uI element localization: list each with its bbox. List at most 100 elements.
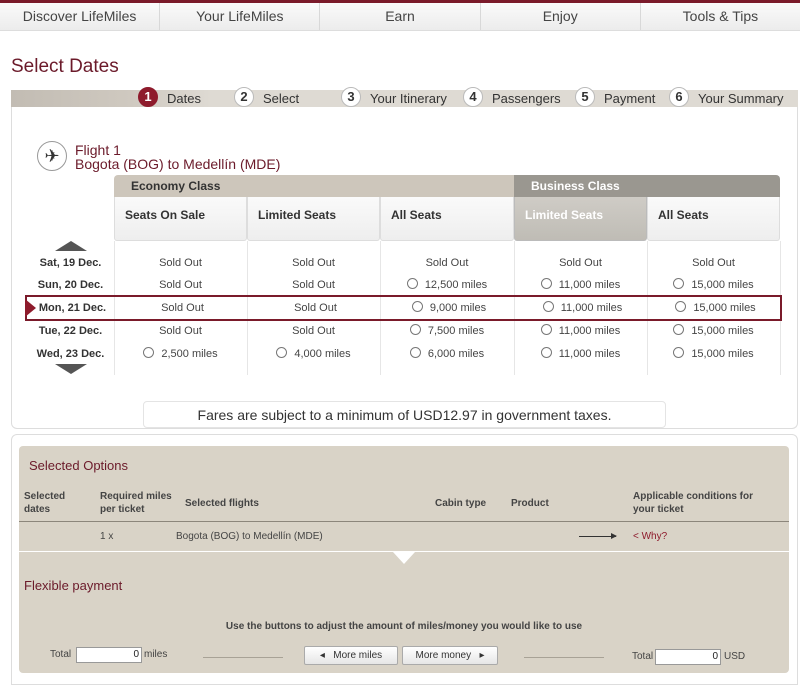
total-miles-label: Total (50, 649, 72, 660)
sold-out-cell: Sold Out (247, 252, 380, 274)
header-applicable-conditions: Applicable conditions for your ticket (633, 491, 754, 515)
step-number: 2 (234, 87, 254, 107)
fare-value: 9,000 miles (429, 302, 487, 314)
row-date[interactable]: Sat, 19 Dec. (27, 252, 114, 274)
nav-tools-tips[interactable]: Tools & Tips (641, 3, 800, 30)
fare-value: Sold Out (292, 279, 335, 291)
business-class-header: Business Class (514, 175, 780, 197)
fare-option[interactable]: 7,500 miles (380, 320, 514, 342)
more-miles-label: More miles (333, 650, 383, 661)
row-date[interactable]: Wed, 23 Dec. (27, 343, 114, 365)
fare-radio-button[interactable] (411, 301, 423, 312)
header-selected-flights: Selected flights (185, 498, 259, 509)
fare-radio-button[interactable] (540, 324, 552, 335)
header-divider (19, 521, 789, 522)
more-money-button[interactable]: More money ▸ (402, 646, 498, 665)
fare-value: 15,000 miles (691, 348, 754, 360)
fare-value: 12,500 miles (424, 279, 488, 291)
step-number: 5 (575, 87, 595, 107)
fare-option[interactable]: 15,000 miles (647, 320, 780, 342)
taxes-note: Fares are subject to a minimum of USD12.… (143, 401, 666, 428)
fare-value: 15,000 miles (693, 302, 756, 314)
main-nav: Discover LifeMiles Your LifeMiles Earn E… (0, 3, 800, 31)
fare-value: Sold Out (294, 302, 337, 314)
fare-radio-button[interactable] (673, 324, 685, 335)
fare-value: Sold Out (692, 257, 735, 269)
step-passengers: 4 Passengers (463, 87, 561, 107)
fare-row: Sat, 19 Dec. Sold Out Sold Out Sold Out Sold… (27, 252, 780, 274)
total-usd-input[interactable]: 0 (655, 649, 721, 665)
fare-row: Mon, 21 Dec. Sold Out Sold Out 9,000 miles 1… (25, 295, 782, 321)
sold-out-cell: Sold Out (247, 274, 380, 296)
sold-out-cell: Sold Out (114, 320, 247, 342)
fare-option[interactable]: 12,500 miles (380, 274, 514, 296)
total-miles-input[interactable]: 0 (76, 647, 142, 663)
header-product: Product (511, 498, 549, 509)
fare-value: Sold Out (159, 279, 202, 291)
flexible-payment-hint: Use the buttons to adjust the amount of … (225, 621, 583, 632)
row-date[interactable]: Mon, 21 Dec. (29, 297, 116, 319)
fare-value: 15,000 miles (691, 279, 754, 291)
usd-unit-label: USD (724, 651, 746, 662)
fare-value: 15,000 miles (691, 325, 754, 337)
fare-radio-button[interactable] (540, 278, 552, 289)
step-label: Dates (167, 90, 201, 106)
nav-your-lifemiles[interactable]: Your LifeMiles (160, 3, 321, 30)
flight-title: Flight 1 Bogota (BOG) to Medellín (MDE) (75, 143, 280, 171)
more-miles-button[interactable]: ◂ More miles (304, 646, 398, 665)
fare-row: Wed, 23 Dec. 2,500 miles 4,000 miles 6,000 … (27, 343, 780, 365)
row-date[interactable]: Tue, 22 Dec. (27, 320, 114, 342)
fare-value: Sold Out (559, 257, 602, 269)
fare-option[interactable]: 11,000 miles (514, 274, 647, 296)
fare-option[interactable]: 15,000 miles (649, 297, 782, 319)
fare-option[interactable]: 6,000 miles (380, 343, 514, 365)
sold-out-cell: Sold Out (114, 274, 247, 296)
fare-radio-button[interactable] (542, 301, 554, 312)
flexible-payment-title: Flexible payment (24, 578, 123, 593)
step-label: Your Itinerary (370, 90, 447, 106)
fare-option[interactable]: 2,500 miles (114, 343, 247, 365)
fare-option[interactable]: 11,000 miles (516, 297, 649, 319)
fare-row: Sun, 20 Dec. Sold Out Sold Out 12,500 miles… (27, 274, 780, 296)
col-header-business-limited-seats: Limited Seats (514, 197, 647, 241)
step-your-summary: 6 Your Summary (669, 87, 784, 107)
scroll-down-arrow-icon[interactable] (55, 364, 87, 374)
chevron-left-icon: ◂ (319, 650, 325, 661)
notch-pointer-icon (393, 552, 415, 564)
fare-option[interactable]: 9,000 miles (382, 297, 516, 319)
fare-radio-button[interactable] (673, 278, 685, 289)
step-label: Your Summary (698, 90, 784, 106)
fare-value: Sold Out (159, 325, 202, 337)
fare-radio-button[interactable] (143, 347, 155, 358)
why-link[interactable]: < Why? (633, 531, 667, 542)
fare-radio-button[interactable] (675, 301, 687, 312)
fare-value: 2,500 miles (161, 348, 218, 360)
fare-radio-button[interactable] (409, 347, 421, 358)
col-header-seats-on-sale: Seats On Sale (114, 197, 247, 241)
fare-option[interactable]: 15,000 miles (647, 274, 780, 296)
slider-track-right (524, 657, 604, 658)
fare-value: 6,000 miles (427, 348, 485, 360)
nav-discover-lifemiles[interactable]: Discover LifeMiles (0, 3, 161, 30)
fare-radio-button[interactable] (540, 347, 552, 358)
fare-value: 11,000 miles (560, 302, 623, 314)
nav-enjoy[interactable]: Enjoy (481, 3, 641, 30)
fare-radio-button[interactable] (406, 278, 418, 289)
fare-option[interactable]: 11,000 miles (514, 320, 647, 342)
fare-option[interactable]: 4,000 miles (247, 343, 380, 365)
fare-option[interactable]: 11,000 miles (514, 343, 647, 365)
header-required-miles: Required miles per ticket (100, 491, 172, 515)
step-number: 6 (669, 87, 689, 107)
fare-radio-button[interactable] (409, 324, 421, 335)
nav-earn[interactable]: Earn (320, 3, 481, 30)
scroll-up-arrow-icon[interactable] (55, 241, 87, 251)
step-progress-bar: 1 Dates 2 Select 3 Your Itinerary 4 Pass… (11, 87, 798, 107)
fare-radio-button[interactable] (276, 347, 288, 358)
fare-option[interactable]: 15,000 miles (647, 343, 780, 365)
row-date[interactable]: Sun, 20 Dec. (27, 274, 114, 296)
sold-out-cell: Sold Out (249, 297, 382, 319)
fare-radio-button[interactable] (673, 347, 685, 358)
col-header-business-all-seats: All Seats (647, 197, 780, 241)
header-cabin-type: Cabin type (435, 498, 487, 509)
more-money-label: More money (415, 650, 472, 661)
